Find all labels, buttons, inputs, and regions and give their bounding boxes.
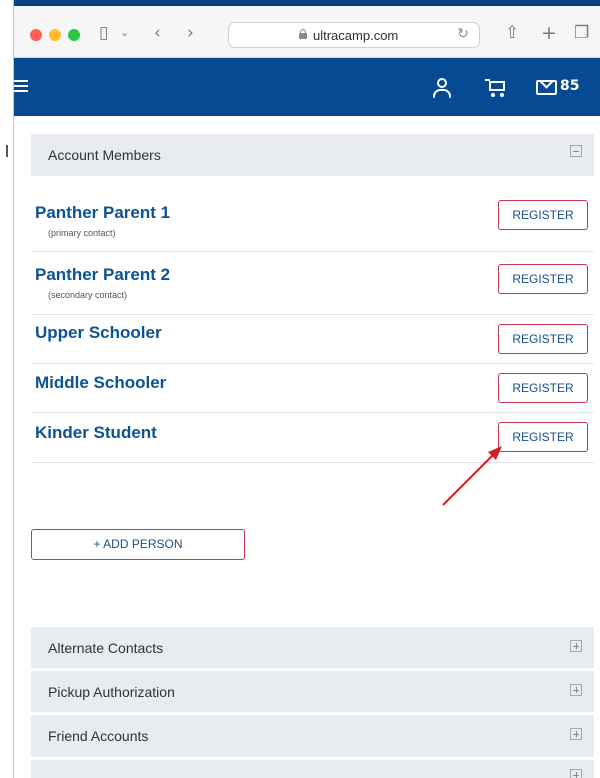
annotation-arrow-shaft [442, 453, 495, 506]
section-title: Friend Accounts [48, 728, 149, 744]
expand-icon[interactable] [570, 684, 582, 696]
friend-accounts-header[interactable]: Friend Accounts [31, 715, 594, 757]
add-person-button[interactable]: + ADD PERSON [31, 529, 245, 560]
expand-icon[interactable] [570, 769, 582, 778]
expand-icon[interactable] [570, 640, 582, 652]
section-title: Alternate Contacts [48, 640, 164, 656]
alternate-contacts-header[interactable]: Alternate Contacts [31, 627, 594, 668]
partial-section-header[interactable] [31, 760, 594, 778]
section-title: Pickup Authorization [48, 684, 175, 700]
pickup-authorization-header[interactable]: Pickup Authorization [31, 671, 594, 712]
expand-icon[interactable] [570, 728, 582, 740]
